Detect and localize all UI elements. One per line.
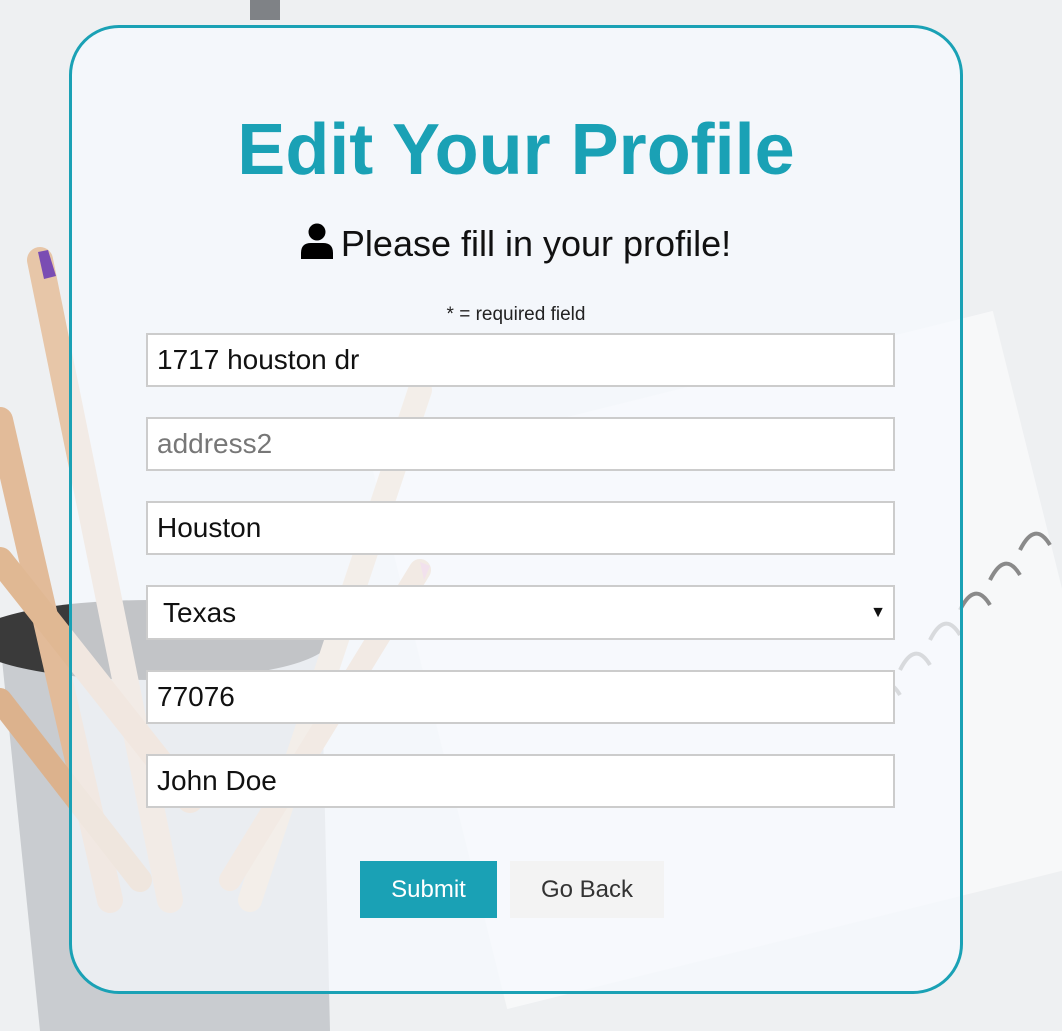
state-select[interactable]: Texas ▼ bbox=[146, 585, 895, 640]
address1-input[interactable] bbox=[146, 333, 895, 387]
state-select-value: Texas bbox=[163, 597, 237, 628]
subtitle-text: Please fill in your profile! bbox=[340, 223, 732, 264]
subtitle: Please fill in your profile! bbox=[72, 220, 960, 271]
profile-card: Edit Your Profile Please fill in your pr… bbox=[69, 25, 963, 994]
zipcode-input[interactable] bbox=[146, 670, 895, 724]
page-title: Edit Your Profile bbox=[237, 110, 795, 190]
address2-input[interactable] bbox=[146, 417, 895, 471]
city-input[interactable] bbox=[146, 501, 895, 555]
go-back-button[interactable]: Go Back bbox=[510, 861, 664, 918]
user-icon bbox=[300, 223, 333, 271]
required-field-note: * = required field bbox=[446, 304, 586, 325]
caret-down-icon: ▼ bbox=[870, 604, 886, 621]
fullname-input[interactable] bbox=[146, 754, 895, 808]
submit-button[interactable]: Submit bbox=[360, 861, 497, 918]
